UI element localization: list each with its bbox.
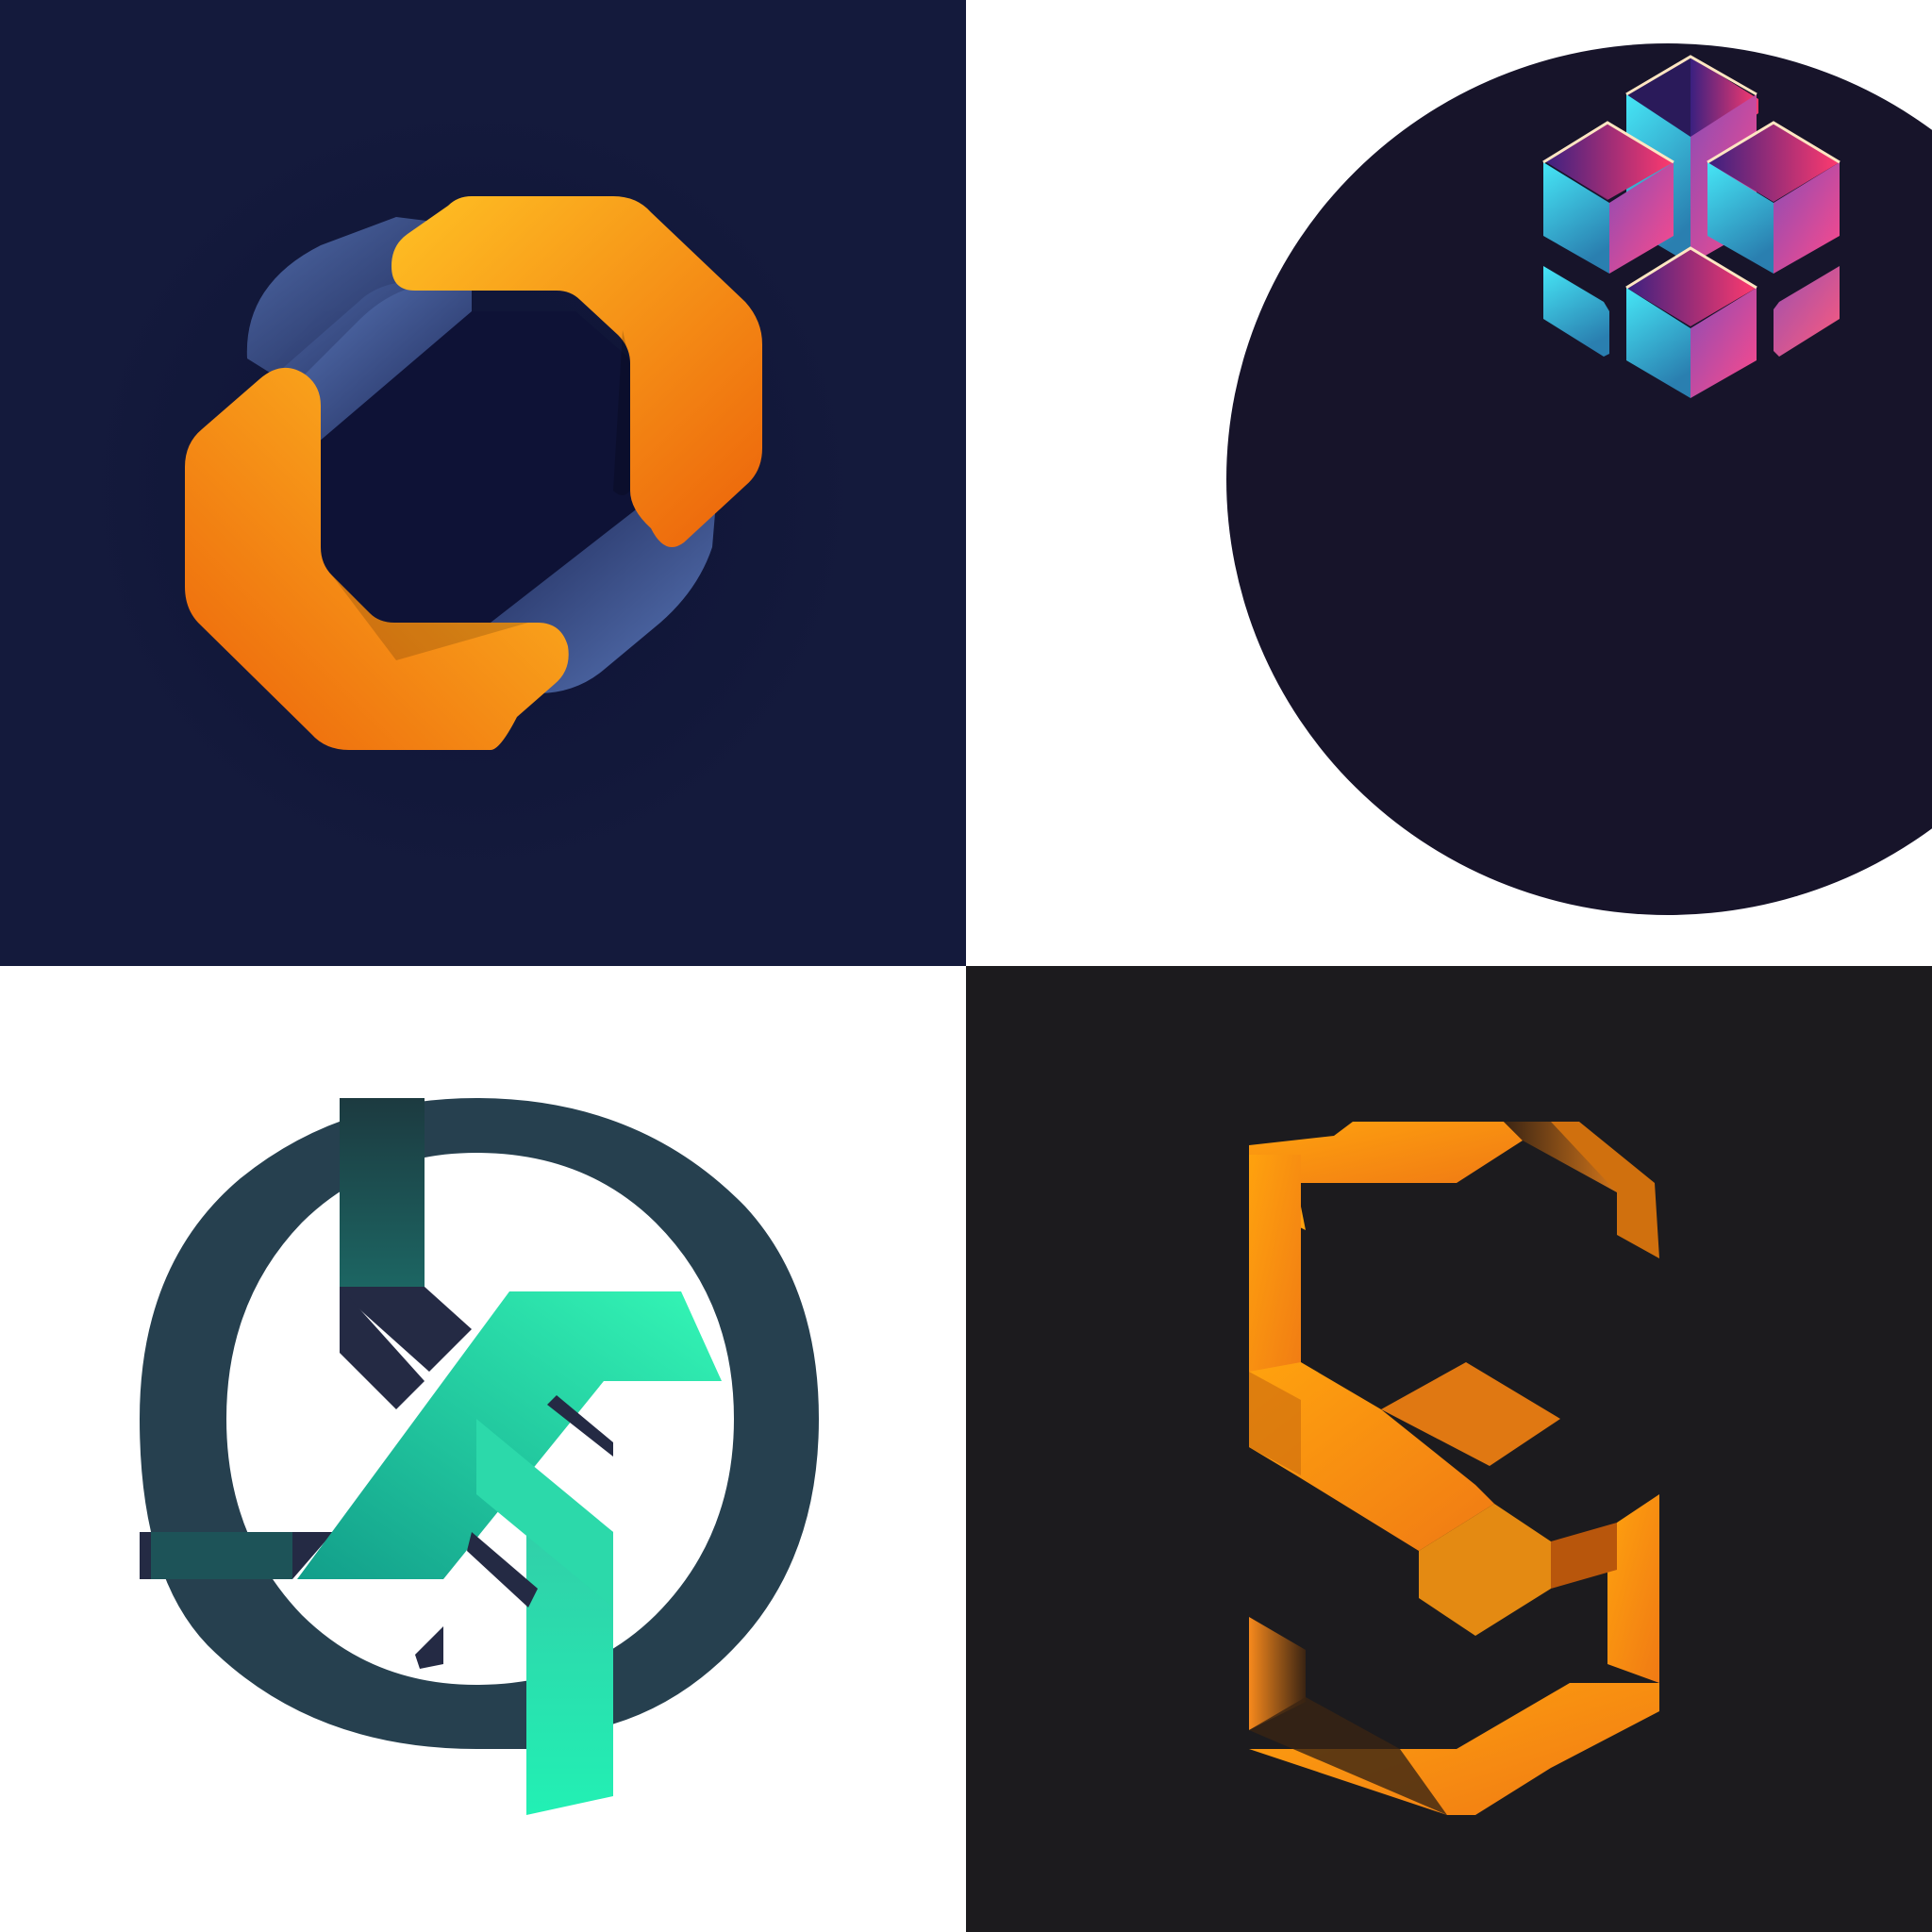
tile-3 bbox=[0, 966, 966, 1932]
orange-octagon-ring-logo bbox=[0, 0, 966, 966]
tile-4 bbox=[966, 966, 1932, 1932]
s-left-vertical bbox=[1249, 1155, 1301, 1400]
logo-grid bbox=[0, 0, 1932, 1932]
dark-vertical-band bbox=[340, 1098, 425, 1306]
teal-ring-emblem-logo bbox=[0, 966, 966, 1932]
isometric-cubes-circle-logo bbox=[966, 0, 1932, 966]
orange-hexagon-s-logo bbox=[966, 966, 1932, 1932]
tile-1 bbox=[0, 0, 966, 966]
tile-2 bbox=[966, 0, 1932, 966]
